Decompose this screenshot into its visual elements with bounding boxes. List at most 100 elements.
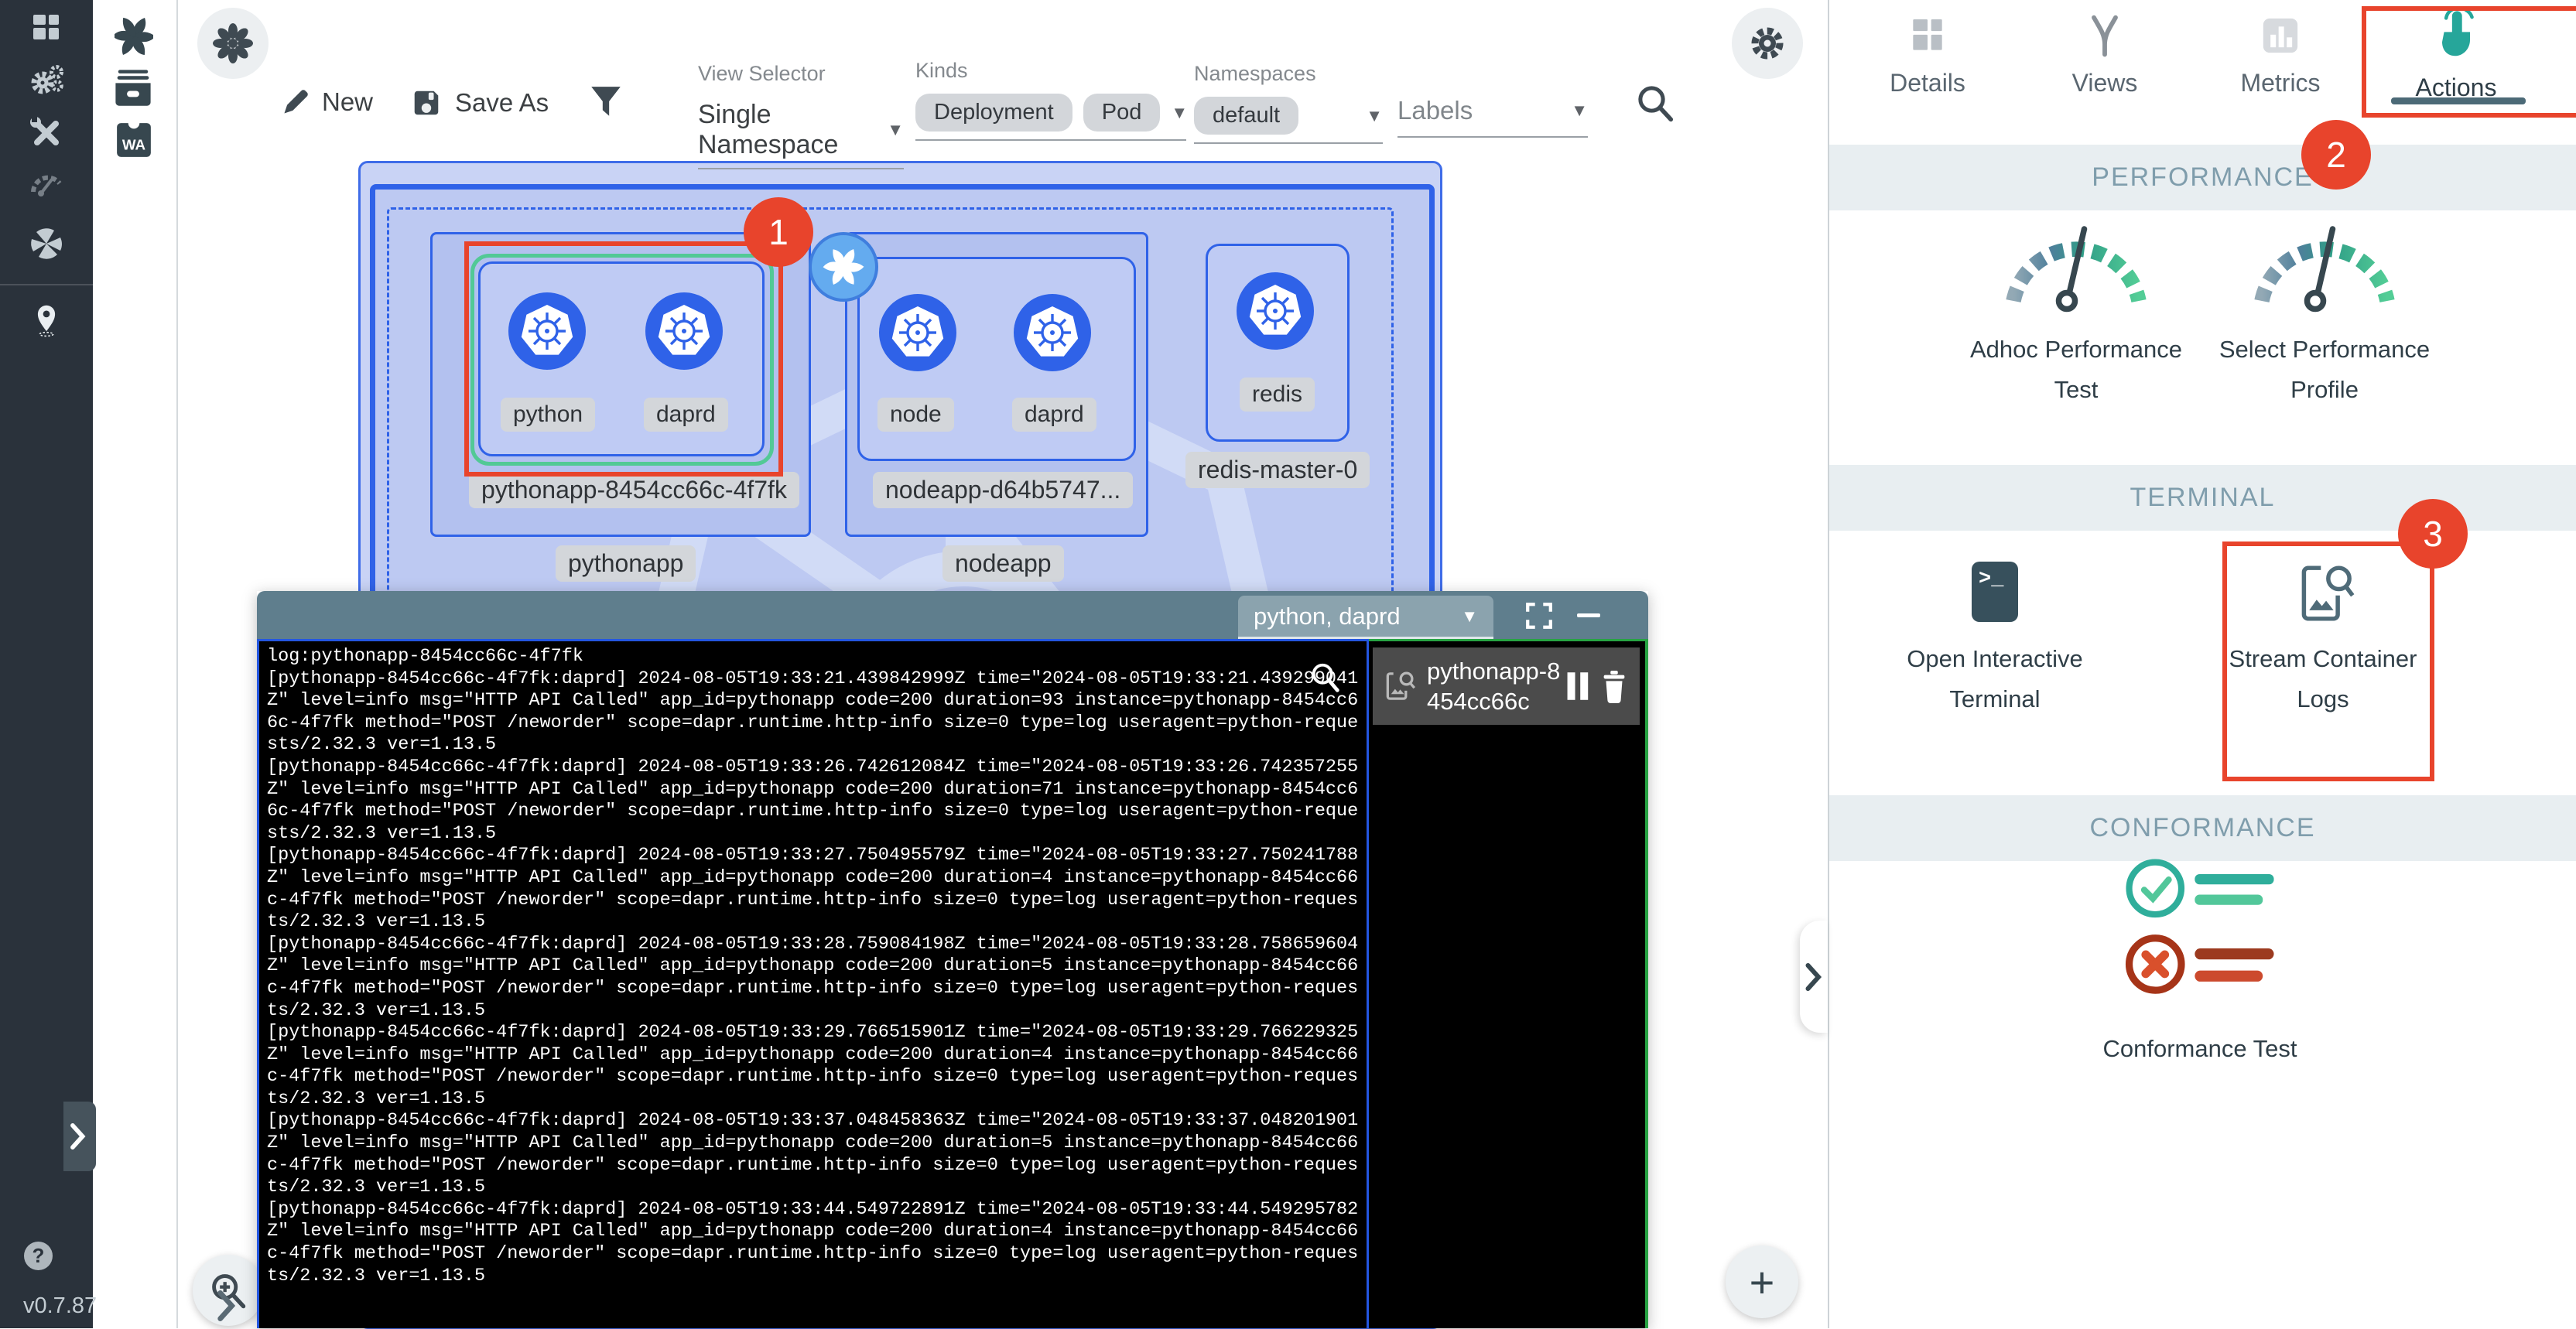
gear-icon — [1747, 23, 1787, 63]
view-selector[interactable]: View Selector Single Namespace ▼ — [698, 62, 904, 144]
new-button[interactable]: New — [280, 87, 373, 118]
filter-funnel-icon[interactable] — [588, 84, 624, 121]
save-icon — [410, 87, 443, 119]
container-node-kubernetes-icon[interactable] — [879, 294, 956, 371]
view-selector-label: View Selector — [698, 62, 904, 86]
log-output-area[interactable]: log:pythonapp-8454cc66c-4f7fk [pythonapp… — [257, 639, 1369, 1328]
minimize-icon[interactable] — [1577, 613, 1600, 617]
tab-metrics[interactable]: Metrics — [2219, 14, 2342, 97]
log-text: log:pythonapp-8454cc66c-4f7fk [pythonapp… — [259, 641, 1367, 1292]
lifecycle-gears-icon[interactable] — [29, 62, 64, 97]
container-selector-dropdown[interactable]: python, daprd ▼ — [1238, 596, 1493, 639]
tab-details[interactable]: Details — [1866, 14, 1989, 97]
search-icon[interactable] — [1634, 82, 1676, 124]
open-interactive-terminal-button[interactable]: >_ Open Interactive Terminal — [1879, 562, 2111, 719]
namespaces-label: Namespaces — [1194, 62, 1383, 86]
trash-icon[interactable] — [1598, 669, 1630, 703]
session-name: pythonapp-8454cc66c — [1427, 656, 1561, 716]
labels-placeholder: Labels — [1397, 96, 1473, 125]
annotation-circle-1: 1 — [744, 197, 813, 267]
pod-label: pythonapp-8454cc66c-4f7fk — [469, 472, 799, 508]
chevron-down-icon: ▼ — [1171, 103, 1188, 123]
conformance-checklist-icon — [2109, 855, 2291, 1006]
deployment-label: nodeapp — [942, 545, 1064, 582]
kinds-label: Kinds — [915, 59, 1186, 83]
details-grid-icon — [1906, 14, 1949, 57]
tab-label: Views — [2043, 69, 2167, 97]
archive-icon[interactable] — [113, 68, 153, 107]
namespaces-filter[interactable]: Namespaces default ▼ — [1194, 62, 1383, 144]
app-version: v0.7.87 — [23, 1293, 97, 1319]
annotation-box-3 — [2222, 542, 2434, 781]
chevron-right-icon — [1805, 963, 1822, 991]
kinds-filter[interactable]: Kinds Deployment Pod ▼ — [915, 59, 1186, 144]
pencil-icon — [280, 87, 311, 118]
toolbar: New Save As View Selector Single Namespa… — [176, 0, 1828, 155]
terminal-icon: >_ — [1972, 562, 2018, 622]
annotation-box-1 — [464, 241, 783, 477]
terminal-header[interactable]: python, daprd ▼ — [257, 591, 1648, 639]
dapr-badge-icon[interactable] — [808, 231, 879, 302]
container-label: daprd — [1012, 398, 1096, 432]
pause-icon[interactable] — [1565, 671, 1592, 702]
extension-expand-chevron-icon[interactable] — [217, 1290, 237, 1321]
chevron-right-icon — [70, 1123, 87, 1150]
chevron-down-icon: ▼ — [1571, 101, 1588, 121]
kanvas-pin-icon[interactable] — [29, 302, 64, 337]
stream-logs-icon — [1382, 669, 1416, 703]
mesh-pie-icon[interactable] — [29, 226, 64, 261]
dashboard-icon[interactable] — [29, 10, 64, 46]
views-branch-icon — [2083, 14, 2126, 57]
configuration-tools-icon[interactable] — [29, 115, 64, 151]
webassembly-icon[interactable]: WA — [115, 121, 153, 159]
action-label: Select Performance Profile — [2208, 330, 2441, 410]
session-row[interactable]: pythonapp-8454cc66c — [1373, 647, 1640, 725]
container-daprd-kubernetes-icon[interactable] — [1014, 294, 1091, 371]
save-as-label: Save As — [455, 88, 549, 118]
kind-chip-deployment[interactable]: Deployment — [915, 94, 1072, 132]
container-label: redis — [1240, 378, 1315, 412]
adhoc-performance-test-button[interactable]: Adhoc Performance Test — [1991, 210, 2192, 410]
container-selector-value: python, daprd — [1254, 603, 1401, 630]
action-label: Adhoc Performance Test — [1960, 330, 2192, 410]
tab-label: Metrics — [2219, 69, 2342, 97]
fullscreen-icon[interactable] — [1524, 601, 1554, 630]
pod-label: nodeapp-d64b5747... — [873, 472, 1133, 508]
action-label: Conformance Test — [2084, 1029, 2316, 1069]
tab-label: Details — [1866, 69, 1989, 97]
kind-chip-pod[interactable]: Pod — [1083, 94, 1161, 132]
add-button[interactable]: + — [1726, 1245, 1798, 1318]
svg-text:WA: WA — [122, 137, 146, 153]
section-header-conformance: CONFORMANCE — [1829, 795, 2576, 861]
chevron-down-icon: ▼ — [1461, 606, 1478, 627]
labels-filter[interactable]: Labels ▼ — [1397, 96, 1588, 144]
tab-views[interactable]: Views — [2043, 14, 2167, 97]
new-label: New — [322, 87, 373, 117]
action-label: Open Interactive Terminal — [1879, 639, 2111, 719]
help-icon[interactable]: ? — [24, 1242, 53, 1270]
settings-button[interactable] — [1732, 8, 1803, 79]
sidebar-divider — [0, 284, 93, 285]
dapr-pinwheel-icon[interactable] — [115, 17, 153, 56]
conformance-test-button[interactable]: Conformance Test — [2084, 855, 2316, 1069]
pod-label: redis-master-0 — [1185, 452, 1370, 488]
log-stream-panel: python, daprd ▼ log:pythonapp-8454cc66c-… — [257, 591, 1648, 1328]
performance-gauge-icon[interactable] — [29, 166, 64, 201]
save-as-button[interactable]: Save As — [410, 87, 549, 119]
container-redis-kubernetes-icon[interactable] — [1237, 272, 1314, 350]
container-label: node — [877, 398, 954, 432]
meshsync-burst-button[interactable] — [197, 8, 269, 79]
annotation-circle-2: 2 — [2301, 120, 2371, 190]
sidebar-expand-button[interactable] — [63, 1102, 96, 1171]
performance-gauge-icon — [1991, 210, 2161, 315]
chevron-down-icon: ▼ — [1366, 106, 1383, 126]
session-sidebar: pythonapp-8454cc66c — [1369, 639, 1648, 1328]
select-performance-profile-button[interactable]: Select Performance Profile — [2239, 210, 2441, 410]
annotation-circle-3: 3 — [2398, 499, 2468, 569]
namespace-chip-default[interactable]: default — [1194, 97, 1298, 135]
burst-flower-icon — [212, 22, 254, 64]
performance-gauge-icon — [2239, 210, 2410, 315]
view-selector-value: Single Namespace — [698, 100, 887, 160]
log-search-overlay-icon[interactable] — [1308, 661, 1343, 696]
panel-collapse-pill[interactable] — [1800, 921, 1828, 1033]
